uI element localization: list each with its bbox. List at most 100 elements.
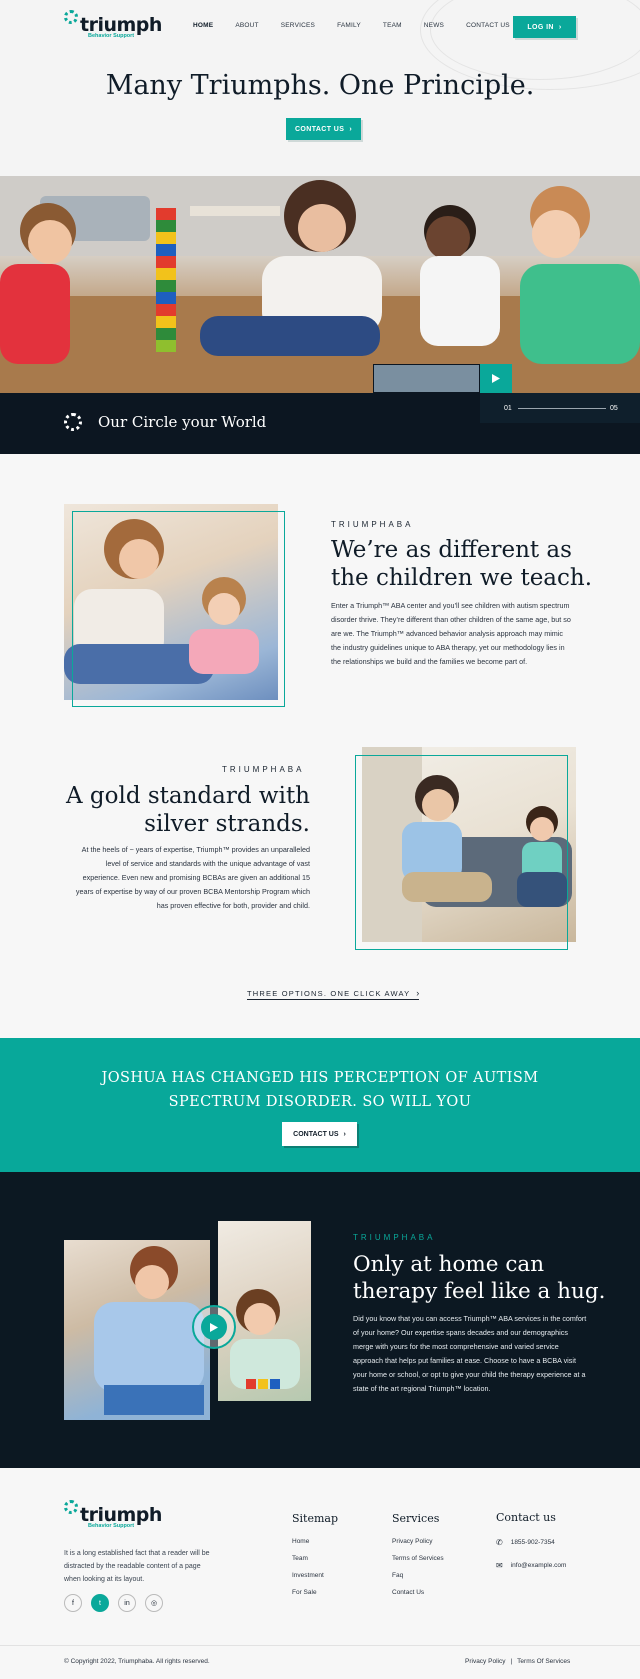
services-faq[interactable]: Faq (392, 1572, 444, 1579)
sitemap-investment[interactable]: Investment (292, 1572, 324, 1579)
section2-frame (355, 755, 568, 950)
services-title: Services (392, 1512, 440, 1525)
section3-eyebrow: TRIUMPHABA (353, 1233, 436, 1242)
hero-photo-illustration (0, 176, 640, 393)
contact-email[interactable]: ✉ info@example.com (496, 1561, 566, 1570)
three-options-label: THREE OPTIONS. ONE CLICK AWAY (247, 988, 411, 998)
main-nav: HOME ABOUT SERVICES FAMILY TEAM NEWS CON… (193, 22, 532, 29)
section2-title: A gold standard with silver strands. (40, 782, 310, 838)
cta-band: JOSHUA HAS CHANGED HIS PERCEPTION OF AUT… (0, 1038, 640, 1172)
services-privacy-policy[interactable]: Privacy Policy (392, 1538, 444, 1545)
video-play-button[interactable] (192, 1305, 236, 1349)
cta-heading: JOSHUA HAS CHANGED HIS PERCEPTION OF AUT… (0, 1066, 640, 1114)
cta-contact-button[interactable]: CONTACT US › (282, 1122, 357, 1146)
hero-band-title: Our Circle your World (98, 413, 267, 431)
nav-family[interactable]: FAMILY (337, 22, 361, 29)
instagram-icon[interactable]: ◎ (145, 1594, 163, 1612)
section3-title: Only at home can therapy feel like a hug… (353, 1251, 613, 1305)
hero-contact-label: CONTACT US (294, 125, 345, 133)
linkedin-icon[interactable]: in (118, 1594, 136, 1612)
nav-news[interactable]: NEWS (424, 22, 444, 29)
logo-dots-icon (64, 1500, 78, 1514)
hero-title: Many Triumphs. One Principle. (105, 70, 535, 101)
section1-frame (72, 511, 285, 707)
copyright: © Copyright 2022, Triumphaba. All rights… (64, 1658, 210, 1665)
separator: | (510, 1658, 513, 1665)
contact-phone[interactable]: ✆ 1855-902-7354 (496, 1538, 555, 1547)
slide-progress[interactable] (518, 408, 606, 409)
contact-email-text: info@example.com (510, 1562, 567, 1569)
section2-title-line1: A gold standard with (65, 783, 310, 809)
video-thumbnail[interactable] (373, 364, 480, 393)
sitemap-list: Home Team Investment For Sale (292, 1538, 324, 1596)
hero-contact-button[interactable]: CONTACT US › (286, 118, 361, 140)
section1-body: Enter a Triumph™ ABA center and you’ll s… (331, 601, 571, 666)
section3-photo-left-illustration (94, 1246, 204, 1415)
footer-divider (0, 1645, 640, 1646)
section1-title: We’re as different as the children we te… (331, 536, 601, 592)
circle-icon (64, 413, 82, 431)
section1-eyebrow: TRIUMPHABA (331, 520, 414, 529)
section3-photo-right-illustration (230, 1289, 300, 1389)
logo[interactable]: triumph Behavior Support (64, 10, 162, 39)
bottom-terms-link[interactable]: Terms Of Services (517, 1658, 570, 1665)
slide-current: 01 (504, 405, 512, 412)
contact-phone-text: 1855-902-7354 (510, 1539, 555, 1546)
sitemap-team[interactable]: Team (292, 1555, 324, 1562)
footer-bottom-links: Privacy Policy | Terms Of Services (465, 1658, 570, 1665)
section2-title-line2: silver strands. (144, 811, 310, 837)
play-icon (492, 374, 500, 383)
logo-dots-icon (64, 10, 78, 24)
chevron-right-icon: › (343, 1130, 346, 1138)
section3-photo-right (218, 1221, 311, 1401)
play-button[interactable] (480, 364, 512, 393)
cta-contact-label: CONTACT US (293, 1130, 339, 1138)
section3-title-line2: therapy feel like a hug. (353, 1279, 606, 1304)
nav-contact[interactable]: CONTACT US (466, 22, 510, 29)
cta-heading-line2: SPECTRUM DISORDER. SO WILL YOU (168, 1094, 472, 1110)
chevron-right-icon: › (416, 988, 420, 998)
slide-total: 05 (610, 405, 618, 412)
login-label: LOG IN (527, 23, 554, 31)
section2-eyebrow: TRIUMPHABA (222, 765, 305, 774)
services-terms[interactable]: Terms of Services (392, 1555, 444, 1562)
footer: triumph Behavior Support It is a long es… (0, 1468, 640, 1679)
services-contact-us[interactable]: Contact Us (392, 1589, 444, 1596)
bottom-privacy-link[interactable]: Privacy Policy (465, 1658, 505, 1665)
mail-icon: ✉ (496, 1561, 503, 1570)
nav-services[interactable]: SERVICES (281, 22, 315, 29)
hero-band: Our Circle your World 01 05 (0, 393, 640, 454)
nav-team[interactable]: TEAM (383, 22, 402, 29)
twitter-icon[interactable]: t (91, 1594, 109, 1612)
section3-body: Did you know that you can access Triumph… (353, 1314, 587, 1393)
sitemap-home[interactable]: Home (292, 1538, 324, 1545)
chevron-right-icon: › (349, 125, 353, 133)
sitemap-for-sale[interactable]: For Sale (292, 1589, 324, 1596)
sitemap-title: Sitemap (292, 1512, 339, 1525)
section3-title-line1: Only at home can (353, 1252, 545, 1277)
phone-icon: ✆ (496, 1538, 503, 1547)
footer-logo[interactable]: triumph Behavior Support (64, 1500, 162, 1529)
facebook-icon[interactable]: f (64, 1594, 82, 1612)
section3-photo-left (64, 1240, 210, 1420)
nav-about[interactable]: ABOUT (235, 22, 258, 29)
footer-logo-wordmark: triumph (80, 1504, 162, 1526)
chevron-right-icon: › (558, 23, 562, 31)
login-button[interactable]: LOG IN › (513, 16, 576, 38)
cta-heading-line1: JOSHUA HAS CHANGED HIS PERCEPTION OF AUT… (101, 1070, 539, 1086)
nav-home[interactable]: HOME (193, 22, 213, 29)
social-links: f t in ◎ (64, 1594, 163, 1612)
hero-top: triumph Behavior Support HOME ABOUT SERV… (0, 0, 640, 176)
section1-title-line1: We’re as different as (331, 537, 572, 563)
section2-body: At the heels of ~ years of expertise, Tr… (75, 845, 310, 910)
three-options-link[interactable]: THREE OPTIONS. ONE CLICK AWAY › (247, 988, 420, 1000)
section1-title-line2: the children we teach. (331, 565, 593, 591)
slider-panel: 01 05 (480, 393, 640, 423)
home-therapy-section: TRIUMPHABA Only at home can therapy feel… (0, 1172, 640, 1468)
play-icon (201, 1314, 227, 1340)
services-list: Privacy Policy Terms of Services Faq Con… (392, 1538, 444, 1596)
contact-title: Contact us (496, 1511, 556, 1524)
logo-wordmark: triumph (80, 14, 162, 36)
footer-about: It is a long established fact that a rea… (64, 1550, 210, 1583)
hero-photo (0, 176, 640, 393)
